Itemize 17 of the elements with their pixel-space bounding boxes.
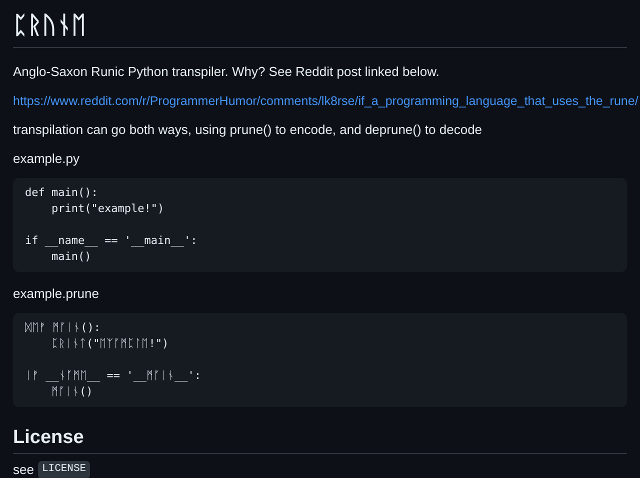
paragraph: see bbox=[13, 461, 34, 478]
code-line: ᛁᚠ __ᚾᚪᛗᛖ__ == '__ᛗᚪᛁᚾ__': bbox=[25, 368, 201, 384]
code-line: ᛈᚱᛁᚾᛏ("ᛖᛉᚪᛗᛈᛚᛖ!") bbox=[50, 336, 169, 352]
paragraph: example.py bbox=[13, 150, 80, 168]
code-line: ᛗᚪᛁᚾ() bbox=[50, 384, 93, 400]
code-line: def main(): bbox=[25, 185, 98, 201]
reddit-link[interactable]: https://www.reddit.com/r/ProgrammerHumor/comments/lk8rse/if_a_programming_language_that_uses_the_rune/ bbox=[13, 91, 638, 111]
paragraph: example.prune bbox=[13, 285, 99, 303]
paragraph: transpilation can go both ways, using prune() to encode, and deprune() to decode bbox=[13, 121, 482, 139]
code-line: print("example!") bbox=[50, 201, 164, 217]
section-heading: License bbox=[13, 426, 84, 450]
code-line: if __name__ == '__main__': bbox=[25, 233, 198, 249]
paragraph: Anglo-Saxon Runic Python transpiler. Why? See Reddit post linked below. bbox=[13, 63, 440, 81]
inline-code: LICENSE bbox=[38, 461, 90, 478]
code-line: ᛞᛖᚠ ᛗᚪᛁᚾ(): bbox=[25, 320, 100, 336]
code-line: main() bbox=[50, 249, 92, 265]
page-title: ᛈᚱᚢᚾᛖ bbox=[13, 10, 86, 40]
